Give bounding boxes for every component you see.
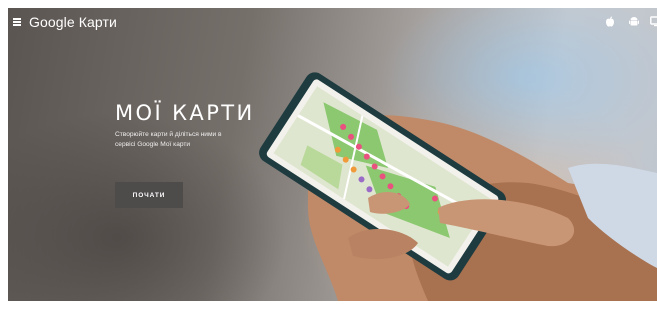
desktop-icon[interactable] bbox=[650, 16, 657, 27]
android-icon[interactable] bbox=[629, 16, 639, 27]
apple-icon[interactable] bbox=[605, 16, 615, 27]
page-title: МОЇ КАРТИ bbox=[115, 101, 255, 125]
google-maps-logo[interactable]: Google Карти bbox=[29, 14, 117, 30]
phone-in-hand-image bbox=[259, 72, 657, 301]
start-button[interactable]: ПОЧАТИ bbox=[115, 182, 183, 208]
hero-banner: Google Карти МОЇ КАРТИ Створюйте карти й… bbox=[8, 8, 657, 301]
top-bar: Google Карти bbox=[8, 8, 657, 36]
hero-description: Створюйте карти й діліться ними в сервіс… bbox=[115, 131, 222, 148]
hamburger-menu-icon[interactable] bbox=[13, 18, 21, 26]
